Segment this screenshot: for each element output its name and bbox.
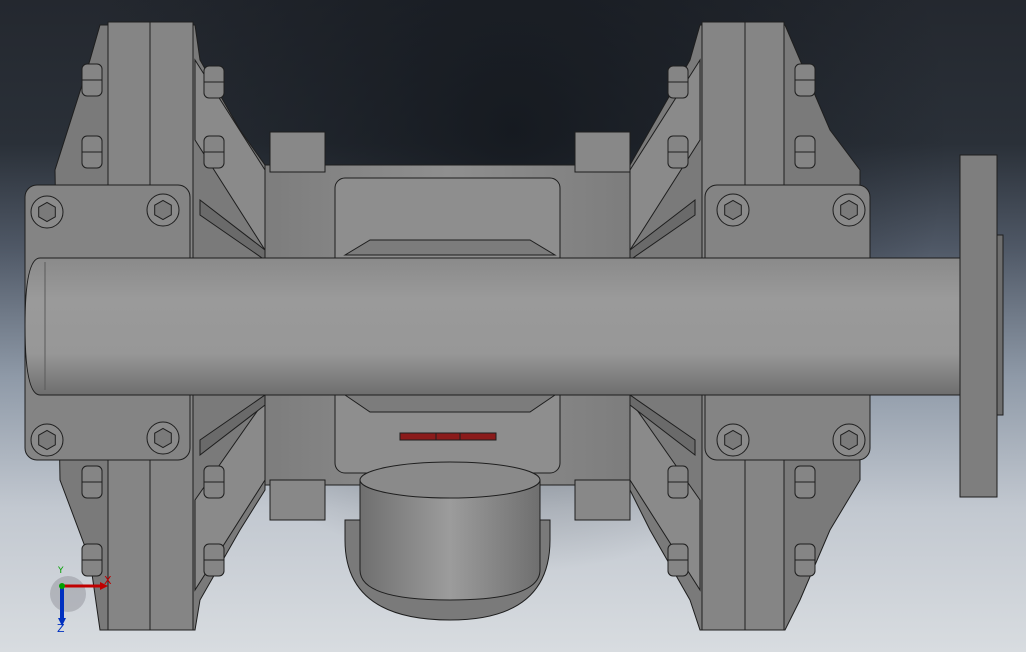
housing-nut (667, 543, 689, 577)
cap-bolt (146, 421, 180, 455)
housing-nut (667, 465, 689, 499)
bottom-outlet-pipe (344, 461, 551, 621)
housing-nut (203, 465, 225, 499)
housing-nut (203, 543, 225, 577)
cap-bolt (832, 423, 866, 457)
housing-nut (81, 135, 103, 169)
cap-bolt (716, 193, 750, 227)
housing-nut (203, 135, 225, 169)
housing-nut (794, 135, 816, 169)
pump-assembly-model[interactable] (0, 0, 1026, 652)
housing-nut (794, 465, 816, 499)
housing-nut (667, 65, 689, 99)
housing-nut (203, 65, 225, 99)
cap-bolt (146, 193, 180, 227)
coordinate-triad: X Y Z (48, 566, 118, 636)
housing-nut (81, 63, 103, 97)
cap-bolt (30, 195, 64, 229)
y-axis-label: Y (58, 566, 64, 576)
housing-nut (81, 465, 103, 499)
3d-graphics-viewport[interactable]: X Y Z (0, 0, 1026, 652)
cap-bolt (832, 193, 866, 227)
housing-nut (794, 543, 816, 577)
cap-bolt (716, 423, 750, 457)
triad-sphere (50, 576, 86, 612)
level-indicator (399, 432, 497, 441)
horizontal-pipe (24, 257, 966, 396)
y-axis-dot (59, 583, 65, 589)
x-axis-label: X (104, 574, 112, 587)
z-axis-label: Z (57, 622, 65, 635)
housing-nut (794, 63, 816, 97)
pipe-flange (959, 154, 1004, 498)
cap-bolt (30, 423, 64, 457)
housing-nut (667, 135, 689, 169)
